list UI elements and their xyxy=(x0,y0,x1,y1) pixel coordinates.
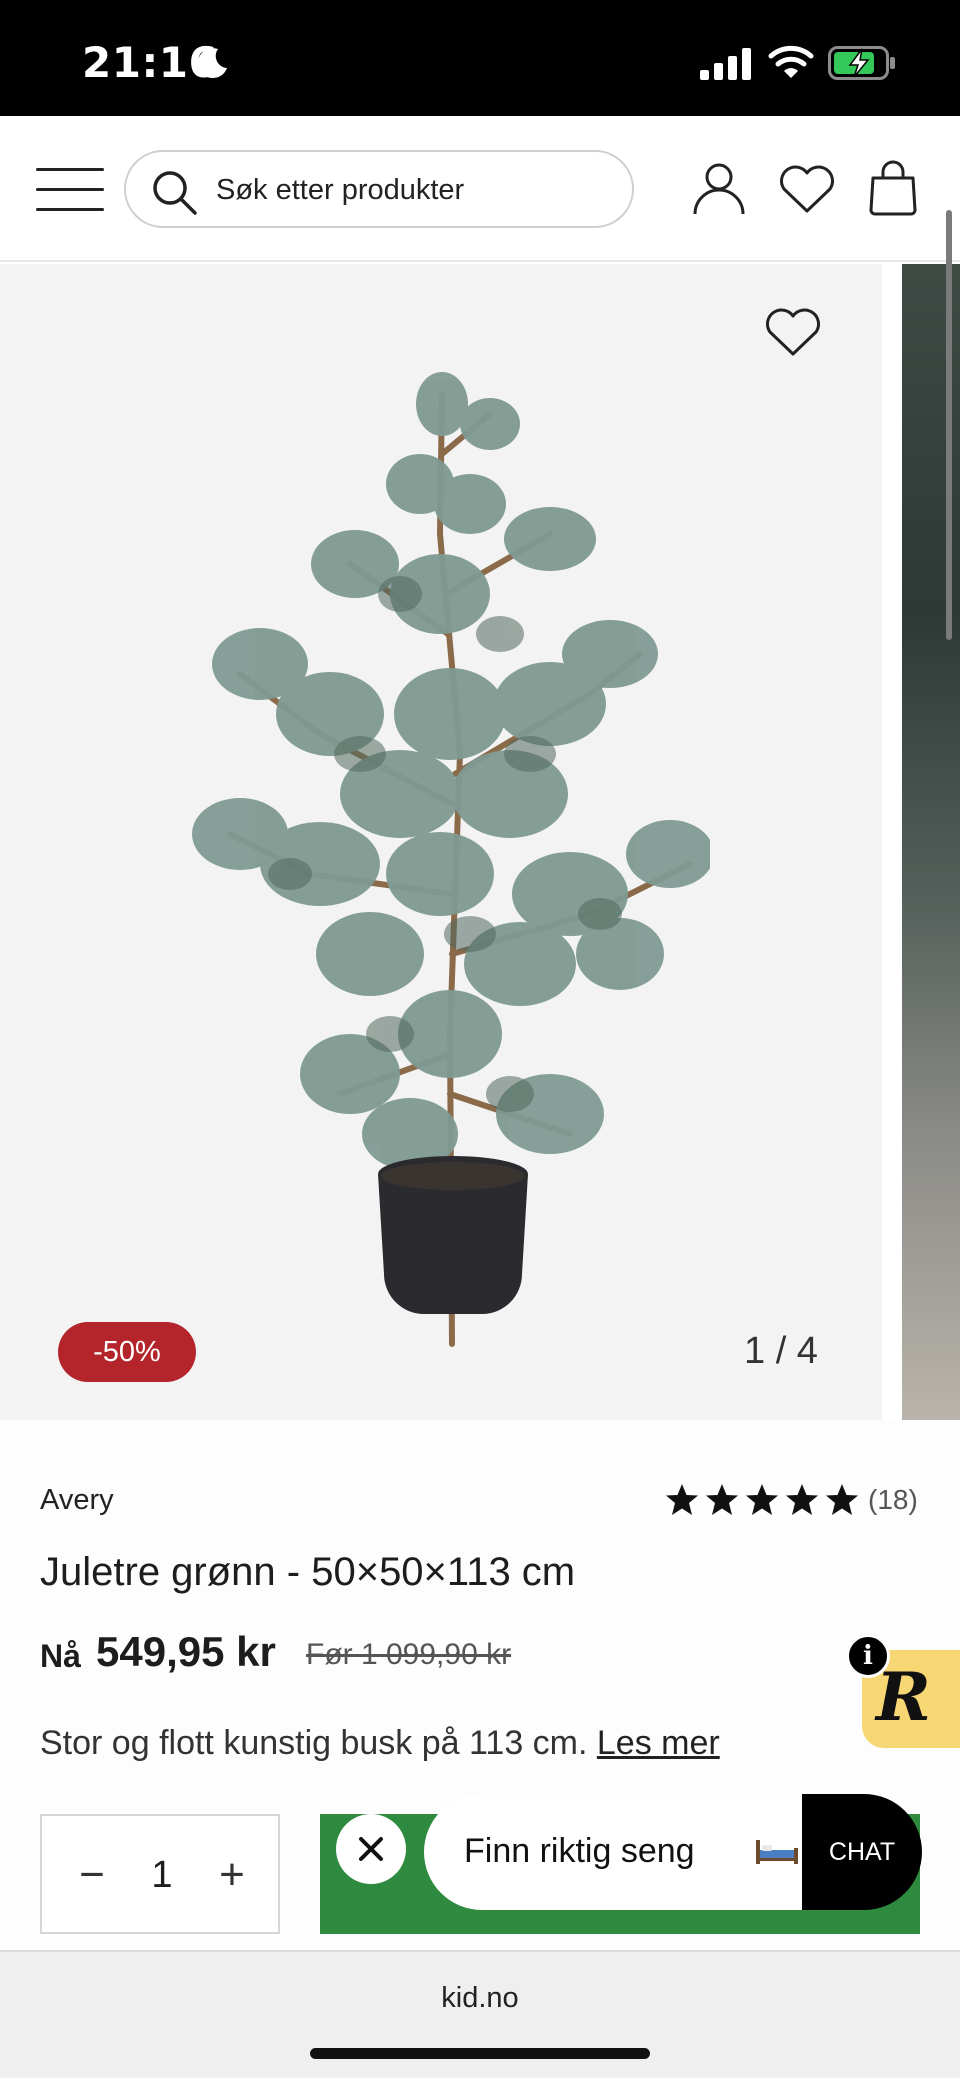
price-now: 549,95 kr xyxy=(96,1628,276,1675)
quantity-stepper: − 1 + xyxy=(40,1814,280,1934)
quantity-value: 1 xyxy=(151,1854,173,1896)
wifi-icon xyxy=(768,45,814,78)
product-brand[interactable]: Avery xyxy=(40,1484,114,1517)
increase-quantity-button[interactable]: + xyxy=(212,1850,252,1900)
product-image-slide[interactable]: -50% 1 / 4 xyxy=(0,264,882,1420)
cellular-signal-icon xyxy=(700,48,751,80)
browser-address-bar[interactable]: kid.no xyxy=(0,1950,960,2078)
home-indicator[interactable] xyxy=(310,2048,650,2059)
bed-icon xyxy=(756,1840,798,1864)
rating-stars[interactable] xyxy=(664,1482,864,1518)
chat-prompt-text: Finn riktig seng xyxy=(464,1832,695,1870)
chat-widget: Finn riktig seng CHAT xyxy=(336,1794,922,1910)
description-text: Stor og flott kunstig busk på 113 cm. xyxy=(40,1724,588,1762)
star-icon xyxy=(746,1484,778,1515)
menu-icon[interactable] xyxy=(36,168,104,212)
product-title: Juletre grønn - 50×50×113 cm xyxy=(40,1550,576,1594)
user-icon[interactable] xyxy=(692,162,746,216)
shopping-bag-icon[interactable] xyxy=(868,160,918,216)
star-icon xyxy=(706,1484,738,1515)
search-input[interactable]: Søk etter produkter xyxy=(124,150,634,228)
product-gallery[interactable]: -50% 1 / 4 xyxy=(0,210,960,1420)
close-icon xyxy=(359,1837,383,1861)
discount-badge: -50% xyxy=(58,1322,196,1382)
site-header: Søk etter produkter xyxy=(0,116,960,262)
christmas-tree-image xyxy=(192,372,710,1347)
scrollbar[interactable] xyxy=(946,210,952,640)
url-text[interactable]: kid.no xyxy=(0,1982,960,2015)
price-before: Før 1 099,90 kr xyxy=(306,1638,512,1671)
search-icon xyxy=(153,171,197,215)
image-counter: 1 / 4 xyxy=(744,1330,818,1372)
status-bar: 21:16 xyxy=(0,0,960,116)
battery-charging-icon xyxy=(828,46,895,80)
chat-button[interactable]: CHAT xyxy=(802,1794,922,1910)
wishlist-heart-icon[interactable] xyxy=(778,164,836,214)
review-count[interactable]: (18) xyxy=(868,1484,918,1516)
favorite-heart-icon[interactable] xyxy=(764,308,822,358)
search-placeholder: Søk etter produkter xyxy=(216,174,465,206)
moon-icon xyxy=(197,48,227,79)
screen: 21:16 Søk etter produkter -50% 1 / 4 Ave… xyxy=(0,0,960,2078)
close-chat-button[interactable] xyxy=(336,1814,406,1884)
info-icon[interactable]: i xyxy=(846,1634,890,1678)
star-icon xyxy=(786,1484,818,1515)
product-description: Stor og flott kunstig busk på 113 cm. Le… xyxy=(40,1724,720,1763)
price-now-label: Nå xyxy=(40,1638,81,1674)
decrease-quantity-button[interactable]: − xyxy=(72,1850,112,1900)
chat-prompt[interactable]: Finn riktig seng xyxy=(424,1794,834,1910)
star-icon xyxy=(826,1484,858,1515)
star-icon xyxy=(666,1484,698,1515)
read-more-link[interactable]: Les mer xyxy=(597,1724,720,1762)
